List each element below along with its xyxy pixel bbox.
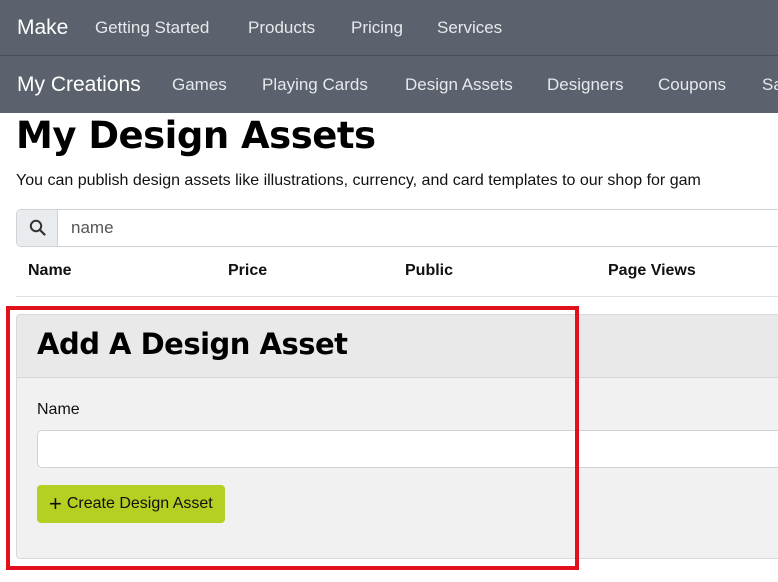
nav-products[interactable]: Products bbox=[248, 18, 315, 38]
column-header-name[interactable]: Name bbox=[28, 262, 72, 280]
sub-navbar: My Creations Games Playing Cards Design … bbox=[0, 56, 778, 113]
asset-name-input[interactable] bbox=[37, 430, 778, 468]
nav-getting-started[interactable]: Getting Started bbox=[95, 18, 209, 38]
subnav-games[interactable]: Games bbox=[172, 75, 227, 95]
search-button[interactable] bbox=[17, 210, 58, 246]
page-title: My Design Assets bbox=[16, 114, 376, 157]
subnav-sales[interactable]: Sa bbox=[762, 75, 778, 95]
column-header-page-views[interactable]: Page Views bbox=[608, 262, 696, 280]
nav-pricing[interactable]: Pricing bbox=[351, 18, 403, 38]
subnav-coupons[interactable]: Coupons bbox=[658, 75, 726, 95]
subnav-playing-cards[interactable]: Playing Cards bbox=[262, 75, 368, 95]
name-label: Name bbox=[37, 401, 80, 418]
search-bar bbox=[16, 209, 778, 247]
column-header-price[interactable]: Price bbox=[228, 262, 267, 280]
search-icon bbox=[29, 219, 46, 236]
search-input[interactable] bbox=[58, 210, 778, 246]
brand-link[interactable]: Make bbox=[17, 16, 68, 40]
page-intro: You can publish design assets like illus… bbox=[16, 172, 701, 189]
nav-services[interactable]: Services bbox=[437, 18, 502, 38]
assets-table-header: Name Price Public Page Views bbox=[16, 252, 778, 297]
add-design-asset-card: Add A Design Asset Name + Create Design … bbox=[16, 314, 778, 559]
create-design-asset-button[interactable]: + Create Design Asset bbox=[37, 485, 225, 523]
create-button-label: Create Design Asset bbox=[66, 495, 213, 512]
my-creations-link[interactable]: My Creations bbox=[17, 73, 141, 97]
plus-icon: + bbox=[49, 491, 62, 516]
card-title: Add A Design Asset bbox=[37, 327, 348, 361]
card-header: Add A Design Asset bbox=[17, 315, 778, 378]
top-navbar: Make Getting Started Products Pricing Se… bbox=[0, 0, 778, 56]
column-header-public[interactable]: Public bbox=[405, 262, 453, 280]
subnav-designers[interactable]: Designers bbox=[547, 75, 624, 95]
subnav-design-assets[interactable]: Design Assets bbox=[405, 75, 513, 95]
